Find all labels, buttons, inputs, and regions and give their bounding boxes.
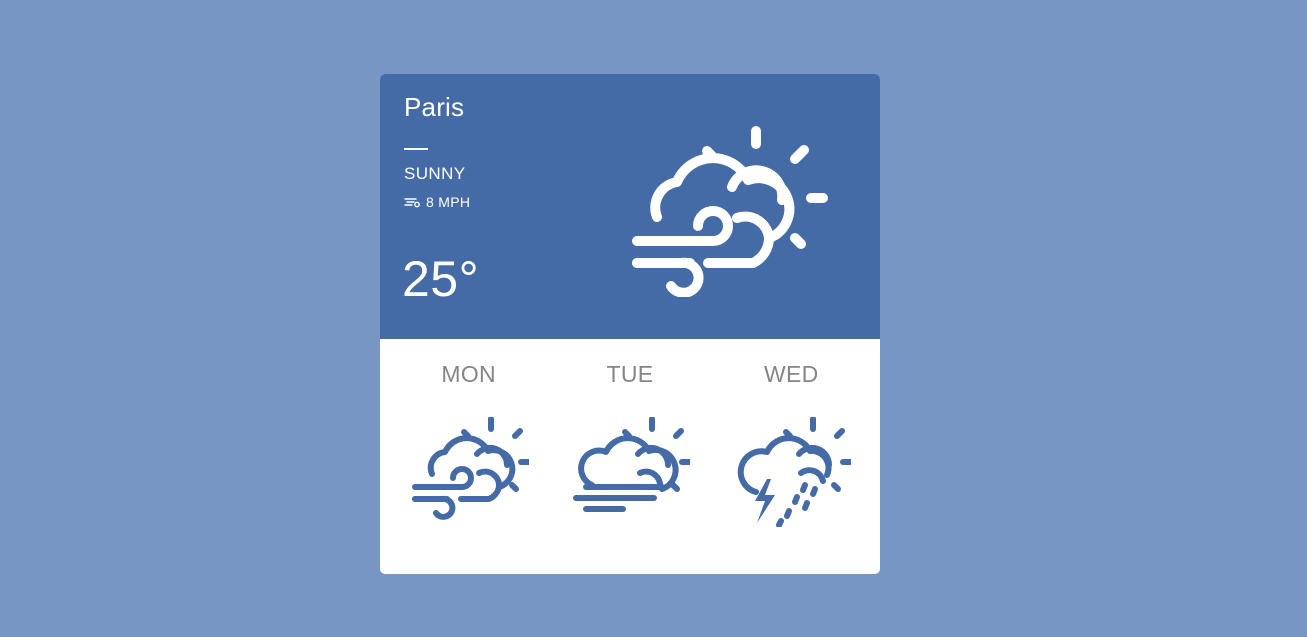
forecast-day: MON [394,339,544,574]
storm-cloud-sun-icon [738,417,852,527]
temperature: 25° [402,251,480,307]
wind-icon [404,198,420,208]
current-weather-panel: Paris SUNNY 8 MPH 25° [380,74,880,339]
wind-cloud-sun-icon [632,126,828,297]
day-label: MON [441,361,496,387]
condition-label: SUNNY [404,164,466,183]
wind-speed: 8 MPH [404,194,470,210]
wind-speed-value: 8 MPH [426,194,471,210]
city-name: Paris [404,92,465,122]
wind-cloud-sun-icon [411,417,529,520]
weather-card: Paris SUNNY 8 MPH 25° MON TUE WED [380,74,880,574]
forecast-day: TUE [555,339,705,574]
divider [404,148,428,150]
forecast-list: MON TUE WED [380,339,880,574]
day-label: WED [764,361,819,387]
fog-cloud-sun-icon [572,417,690,512]
forecast-day: WED [716,339,866,574]
day-label: TUE [606,361,654,387]
